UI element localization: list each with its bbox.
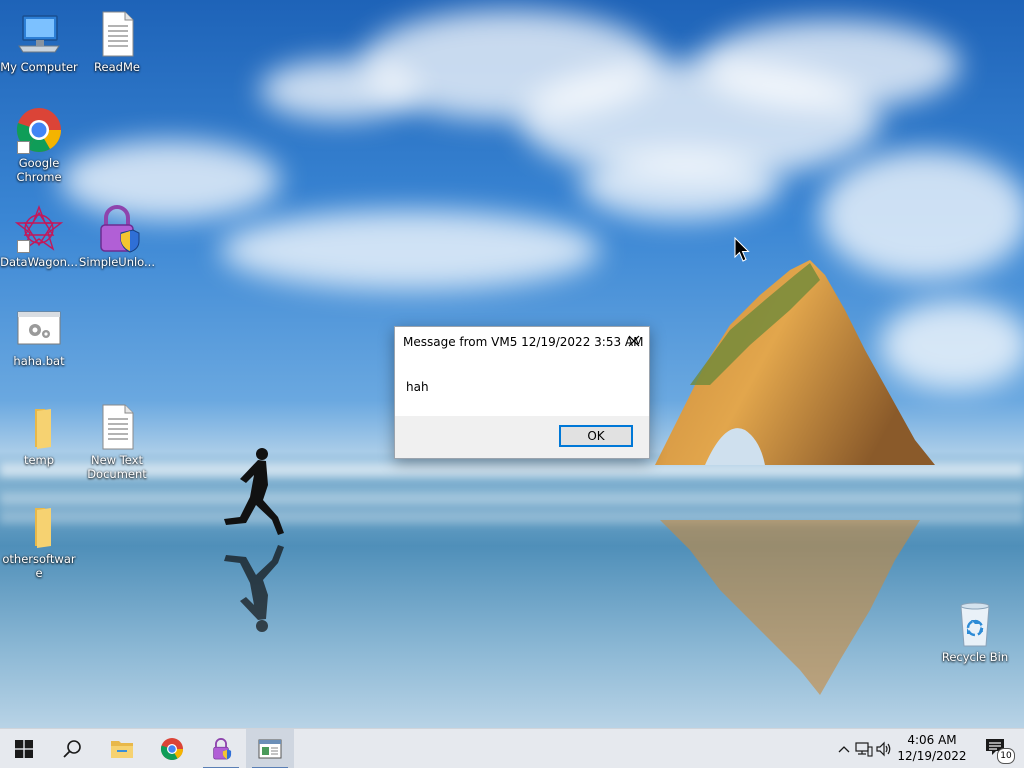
- simpleunlocker-taskbar-button[interactable]: [197, 729, 245, 768]
- desktop-icon-temp[interactable]: temp: [0, 403, 78, 467]
- desktop-icon-simpleunlocker[interactable]: SimpleUnlo...: [78, 205, 156, 269]
- search-icon: [63, 740, 81, 758]
- search-button[interactable]: [48, 729, 96, 768]
- ok-button[interactable]: OK: [559, 425, 633, 447]
- desktop-icon-label: ReadMe: [94, 60, 140, 74]
- desktop-icon-label: New Text Document: [87, 453, 147, 481]
- start-button[interactable]: [0, 729, 48, 768]
- show-hidden-icons-button[interactable]: [834, 739, 854, 759]
- desktop-icon-label: SimpleUnlo...: [79, 255, 155, 269]
- chevron-up-icon: [838, 746, 850, 753]
- desktop-icon-label: DataWagon...: [0, 255, 78, 269]
- recycle-bin-icon: [951, 600, 999, 648]
- action-center-button[interactable]: 10: [984, 737, 1015, 764]
- cloud: [260, 60, 420, 120]
- dialog-footer: OK: [395, 416, 649, 458]
- desktop-icon-google-chrome[interactable]: Google Chrome: [0, 106, 78, 184]
- chrome-icon: [160, 738, 183, 760]
- window-icon: [258, 739, 282, 759]
- lock-shield-icon: [213, 738, 232, 760]
- dialog-message: hah: [406, 380, 429, 394]
- desktop-icon-label: Recycle Bin: [941, 650, 1009, 664]
- text-file-icon: [93, 403, 141, 451]
- dialog-title: Message from VM5 12/19/2022 3:53 AM: [403, 335, 644, 349]
- notification-count-badge: 10: [997, 748, 1015, 764]
- dialog-close-button[interactable]: [623, 330, 645, 352]
- desktop-icon-datawagon[interactable]: DataWagon...: [0, 205, 78, 269]
- message-window-taskbar-button[interactable]: [246, 729, 294, 768]
- desktop-icon-othersoftware[interactable]: othersoftware: [0, 502, 78, 580]
- desktop-icon-label: haha.bat: [13, 354, 65, 368]
- lock-shield-icon: [93, 205, 141, 253]
- cloud: [580, 150, 780, 220]
- desktop-icon-label: My Computer: [0, 60, 78, 74]
- message-dialog: Message from VM5 12/19/2022 3:53 AM hah …: [394, 326, 650, 459]
- runner-silhouette: [224, 448, 284, 535]
- chrome-taskbar-button[interactable]: [148, 729, 196, 768]
- runner-reflection: [224, 545, 284, 632]
- desktop-icon-recycle-bin[interactable]: Recycle Bin: [936, 600, 1014, 664]
- file-explorer-button[interactable]: [98, 729, 146, 768]
- rock-arch-illustration: [655, 260, 935, 465]
- speaker-icon: [876, 741, 891, 757]
- chrome-icon: [15, 106, 63, 154]
- desktop-icon-label: Google Chrome: [16, 156, 62, 184]
- text-file-icon: [93, 10, 141, 58]
- taskbar: 4:06 AM 12/19/2022 10: [0, 728, 1024, 768]
- network-icon: [855, 742, 873, 757]
- computer-icon: [15, 10, 63, 58]
- network-status-button[interactable]: [854, 739, 874, 759]
- clock-date: 12/19/2022: [897, 749, 967, 763]
- cloud: [700, 20, 960, 110]
- folder-icon: [15, 403, 63, 451]
- desktop-icon-haha-bat[interactable]: haha.bat: [0, 304, 78, 368]
- desktop-icon-new-text-document[interactable]: New Text Document: [78, 403, 156, 481]
- clock-time: 4:06 AM: [907, 733, 957, 747]
- mouse-cursor-icon: [734, 237, 750, 262]
- desktop-icon-label: othersoftware: [2, 552, 76, 580]
- desktop-icon-label: temp: [23, 453, 55, 467]
- folder-icon: [15, 502, 63, 550]
- rock-reflection: [660, 520, 920, 695]
- shortcut-arrow-icon: [17, 141, 30, 154]
- system-tray: 4:06 AM 12/19/2022 10: [824, 729, 1024, 768]
- batch-file-icon: [15, 304, 63, 352]
- datawagon-icon: [14, 205, 64, 253]
- folder-icon: [111, 741, 133, 758]
- cloud: [220, 210, 600, 290]
- desktop-icon-my-computer[interactable]: My Computer: [0, 10, 78, 74]
- windows-logo-icon: [15, 740, 33, 758]
- volume-button[interactable]: [874, 739, 894, 759]
- close-icon: [628, 335, 640, 347]
- clock[interactable]: 4:06 AM 12/19/2022: [894, 732, 970, 764]
- shortcut-arrow-icon: [17, 240, 30, 253]
- sea-foam: [0, 492, 1024, 506]
- desktop-icon-readme[interactable]: ReadMe: [78, 10, 156, 74]
